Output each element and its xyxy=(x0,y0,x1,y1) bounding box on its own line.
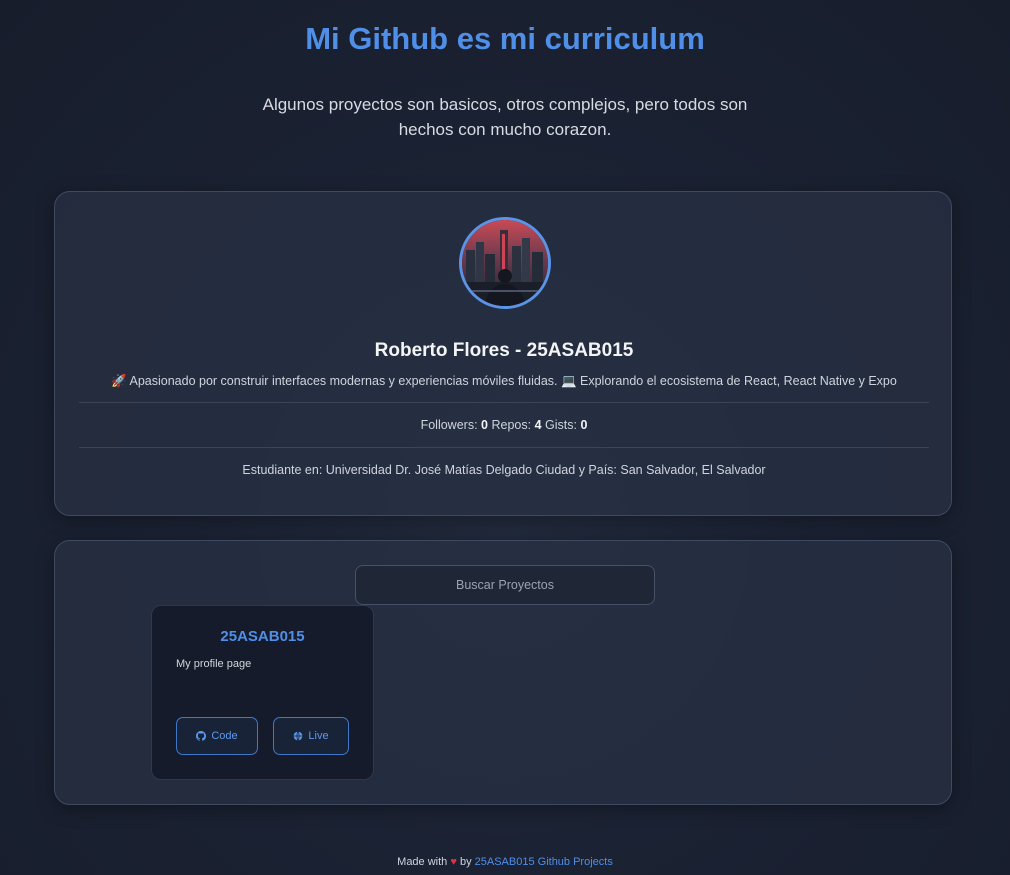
page-title: Mi Github es mi curriculum xyxy=(305,21,705,56)
heart-icon: ♥ xyxy=(450,856,457,868)
gists-count: 0 xyxy=(580,418,588,432)
divider xyxy=(79,447,929,448)
divider xyxy=(79,402,929,403)
profile-bio: 🚀 Apasionado por construir interfaces mo… xyxy=(111,374,897,388)
avatar xyxy=(459,217,551,309)
profile-education: Estudiante en: Universidad Dr. José Matí… xyxy=(242,463,766,477)
search-input[interactable] xyxy=(355,565,655,605)
avatar-image xyxy=(462,220,548,306)
live-button-label: Live xyxy=(308,730,329,742)
repos-label: Repos: xyxy=(491,418,532,432)
live-button[interactable]: Live xyxy=(273,717,349,755)
project-title: 25ASAB015 xyxy=(220,628,305,645)
projects-card: 25ASAB015 My profile page Code Live xyxy=(54,540,952,805)
footer-made-with: Made with xyxy=(397,856,448,868)
globe-icon xyxy=(293,731,303,741)
code-button-label: Code xyxy=(211,730,238,742)
code-button[interactable]: Code xyxy=(176,717,258,755)
page-subtitle: Algunos proyectos son basicos, otros com… xyxy=(262,95,748,139)
followers-label: Followers: xyxy=(420,418,478,432)
footer: Made with ♥ by 25ASAB015 Github Projects xyxy=(0,855,1010,869)
repos-count: 4 xyxy=(534,418,542,432)
project-description: My profile page xyxy=(176,658,252,670)
profile-card: Roberto Flores - 25ASAB015 🚀 Apasionado … xyxy=(54,191,952,516)
gists-label: Gists: xyxy=(545,418,577,432)
profile-name: Roberto Flores - 25ASAB015 xyxy=(374,340,634,361)
footer-link[interactable]: 25ASAB015 Github Projects xyxy=(475,856,613,868)
project-card: 25ASAB015 My profile page Code Live xyxy=(151,605,374,780)
followers-count: 0 xyxy=(481,418,488,432)
github-icon xyxy=(196,731,207,741)
profile-stats: Followers: 0 Repos: 4 Gists: 0 xyxy=(55,416,953,434)
footer-by: by xyxy=(459,856,472,868)
